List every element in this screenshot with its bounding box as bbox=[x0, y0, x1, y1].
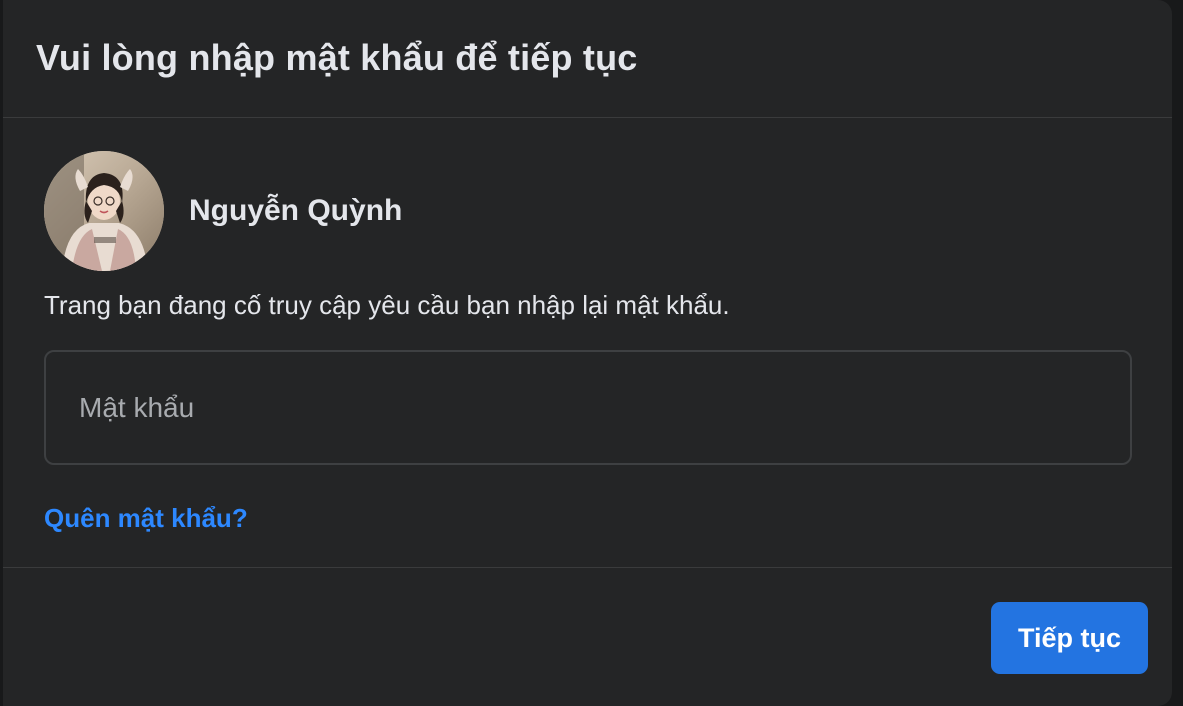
description-text: Trang bạn đang cố truy cập yêu cầu bạn n… bbox=[44, 290, 730, 320]
profile-name: Nguyễn Quỳnh bbox=[189, 194, 403, 227]
profile-info: Nguyễn Quỳnh bbox=[44, 151, 402, 271]
continue-button[interactable]: Tiếp tục bbox=[991, 602, 1148, 674]
password-dialog: Vui lòng nhập mật khẩu để tiếp tục Nguyễ… bbox=[3, 0, 1172, 706]
forgot-password-link[interactable]: Quên mật khẩu? bbox=[44, 503, 248, 534]
dialog-header: Vui lòng nhập mật khẩu để tiếp tục bbox=[3, 0, 1172, 118]
profile-photo-icon bbox=[44, 151, 164, 271]
dialog-footer: Tiếp tục bbox=[3, 568, 1172, 704]
password-input[interactable] bbox=[44, 350, 1132, 465]
avatar bbox=[44, 151, 164, 271]
dialog-title: Vui lòng nhập mật khẩu để tiếp tục bbox=[36, 36, 638, 78]
dialog-body: Nguyễn Quỳnh Trang bạn đang cố truy cập … bbox=[3, 118, 1172, 568]
